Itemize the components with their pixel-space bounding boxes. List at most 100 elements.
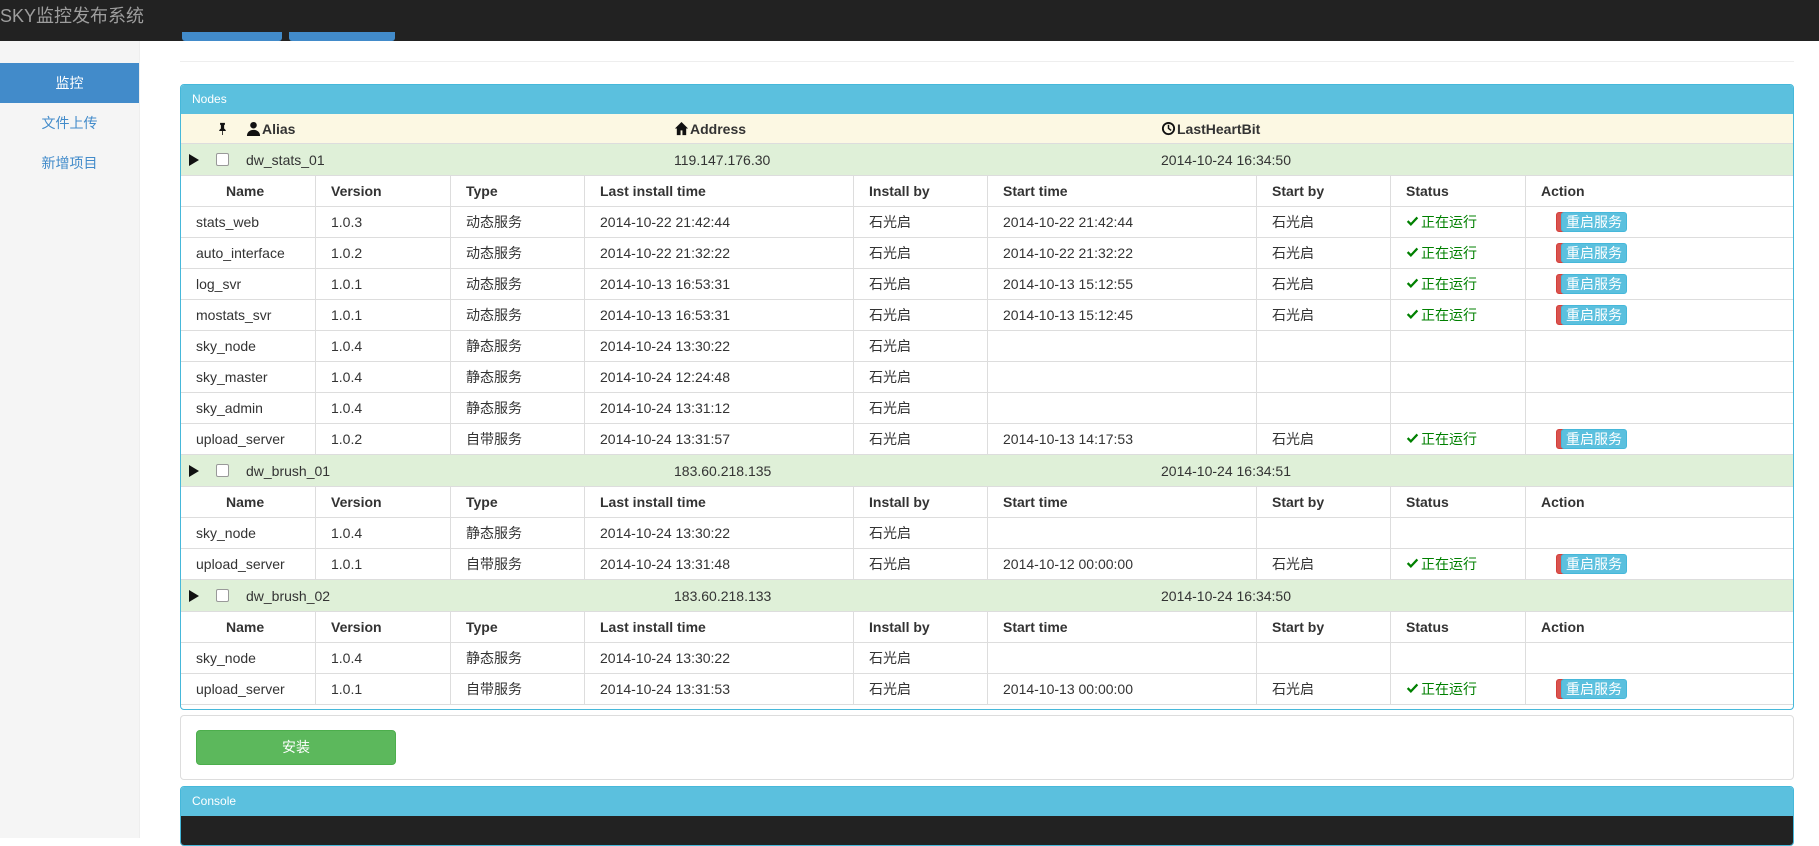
app-title[interactable]: SKY监控发布系统 xyxy=(0,6,144,26)
caret-right-icon[interactable] xyxy=(189,153,199,166)
node-checkbox[interactable] xyxy=(216,153,229,166)
service-status-cell: 正在运行 xyxy=(1390,674,1525,704)
tab-stub-1[interactable] xyxy=(182,32,282,41)
service-start-time-cell: 2014-10-12 00:00:00 xyxy=(987,549,1256,579)
column-header-type: Type xyxy=(450,612,584,642)
user-icon xyxy=(246,121,261,136)
service-status-cell: 正在运行 xyxy=(1390,269,1525,299)
service-last-install: 2014-10-24 13:31:53 xyxy=(600,681,730,697)
service-type-cell: 静态服务 xyxy=(450,518,584,548)
service-start-time-cell xyxy=(987,362,1256,392)
service-start-by-cell: 石光启 xyxy=(1256,674,1390,704)
service-start-time: 2014-10-22 21:32:22 xyxy=(1003,245,1133,261)
node-alias: dw_brush_02 xyxy=(246,587,331,604)
service-version: 1.0.1 xyxy=(331,681,363,697)
service-row: log_svr 1.0.1 动态服务 2014-10-13 16:53:31 石光启 20… xyxy=(181,269,1793,300)
node-checkbox-cell[interactable] xyxy=(216,455,229,486)
service-status-cell: 正在运行 xyxy=(1390,300,1525,330)
column-header-version: Version xyxy=(315,487,450,517)
service-start-by: 石光启 xyxy=(1272,431,1314,447)
pin-header xyxy=(216,114,230,143)
service-name: sky_node xyxy=(196,525,256,541)
service-start-time-cell xyxy=(987,643,1256,673)
service-start-by: 石光启 xyxy=(1272,307,1314,323)
install-area: 安装 xyxy=(180,715,1794,780)
node-checkbox[interactable] xyxy=(216,464,229,477)
service-start-time-cell: 2014-10-13 15:12:55 xyxy=(987,269,1256,299)
node-expand-toggle[interactable] xyxy=(189,455,199,486)
restart-service-button[interactable]: 重启服务 xyxy=(1561,274,1627,294)
service-version-cell: 1.0.4 xyxy=(315,362,450,392)
column-header-install-by: Install by xyxy=(853,612,987,642)
service-type-cell: 静态服务 xyxy=(450,362,584,392)
restart-service-button[interactable]: 重启服务 xyxy=(1561,305,1627,325)
services-header-row: Name Version Type Last install time Install … xyxy=(181,176,1793,207)
tab-stub-2[interactable] xyxy=(289,32,395,41)
service-action-cell: 停止服务重启服务 xyxy=(1525,424,1793,454)
restart-service-button[interactable]: 重启服务 xyxy=(1561,554,1627,574)
service-start-by-cell: 石光启 xyxy=(1256,269,1390,299)
caret-right-icon[interactable] xyxy=(189,464,199,477)
column-header-label: Install by xyxy=(869,619,930,635)
service-install-by-cell: 石光启 xyxy=(853,518,987,548)
service-name-cell: upload_server xyxy=(181,674,315,704)
column-header-status: Status xyxy=(1390,176,1525,206)
restart-service-button[interactable]: 重启服务 xyxy=(1561,679,1627,699)
service-name: upload_server xyxy=(196,556,285,572)
node-row[interactable]: dw_brush_01 183.60.218.135 2014-10-24 16:3… xyxy=(181,455,1793,487)
column-header-label: Start by xyxy=(1272,619,1325,635)
restart-service-button[interactable]: 重启服务 xyxy=(1561,429,1627,449)
service-last-install-cell: 2014-10-24 13:31:53 xyxy=(584,674,853,704)
service-row: sky_master 1.0.4 静态服务 2014-10-24 12:24:48 石光… xyxy=(181,362,1793,393)
node-row[interactable]: dw_stats_01 119.147.176.30 2014-10-24 16:3… xyxy=(181,144,1793,176)
install-button[interactable]: 安装 xyxy=(196,730,396,765)
column-header-start-by: Start by xyxy=(1256,487,1390,517)
service-type-cell: 动态服务 xyxy=(450,300,584,330)
sidebar-item-new-project[interactable]: 新增项目 xyxy=(0,143,139,183)
caret-right-icon[interactable] xyxy=(189,589,199,602)
service-action-cell xyxy=(1525,518,1793,548)
service-version: 1.0.4 xyxy=(331,369,363,385)
service-row: mostats_svr 1.0.1 动态服务 2014-10-13 16:53:31 石… xyxy=(181,300,1793,331)
service-last-install: 2014-10-24 13:30:22 xyxy=(600,525,730,541)
service-type-cell: 自带服务 xyxy=(450,424,584,454)
service-status-cell: 正在运行 xyxy=(1390,207,1525,237)
service-install-by-cell: 石光启 xyxy=(853,424,987,454)
service-last-install-cell: 2014-10-24 13:30:22 xyxy=(584,643,853,673)
service-name: sky_node xyxy=(196,650,256,666)
service-start-by: 石光启 xyxy=(1272,681,1314,697)
sidebar-item-file-upload[interactable]: 文件上传 xyxy=(0,103,139,143)
column-header-label: Install by xyxy=(869,494,930,510)
service-start-time: 2014-10-12 00:00:00 xyxy=(1003,556,1133,572)
column-header-install-by: Install by xyxy=(853,176,987,206)
sidebar-item-monitor[interactable]: 监控 xyxy=(0,63,139,103)
node-address: 183.60.218.133 xyxy=(674,587,772,604)
column-header-label: Name xyxy=(226,183,265,199)
service-last-install-cell: 2014-10-24 13:31:57 xyxy=(584,424,853,454)
service-name: sky_master xyxy=(196,369,268,385)
service-start-time: 2014-10-13 15:12:55 xyxy=(1003,276,1133,292)
node-checkbox[interactable] xyxy=(216,589,229,602)
service-name-cell: auto_interface xyxy=(181,238,315,268)
column-header-label: Status xyxy=(1406,494,1449,510)
node-checkbox-cell[interactable] xyxy=(216,144,229,175)
node-checkbox-cell[interactable] xyxy=(216,580,229,611)
restart-service-button[interactable]: 重启服务 xyxy=(1561,212,1627,232)
service-action-cell xyxy=(1525,393,1793,423)
service-status-cell: 正在运行 xyxy=(1390,549,1525,579)
service-last-install-cell: 2014-10-24 12:24:48 xyxy=(584,362,853,392)
column-header-label: Start time xyxy=(1003,183,1068,199)
node-row[interactable]: dw_brush_02 183.60.218.133 2014-10-24 16:3… xyxy=(181,580,1793,612)
node-expand-toggle[interactable] xyxy=(189,144,199,175)
service-type-cell: 动态服务 xyxy=(450,207,584,237)
service-status: 正在运行 xyxy=(1406,274,1477,294)
restart-service-button[interactable]: 重启服务 xyxy=(1561,243,1627,263)
service-install-by: 石光启 xyxy=(869,681,911,697)
service-install-by: 石光启 xyxy=(869,276,911,292)
node-expand-toggle[interactable] xyxy=(189,580,199,611)
column-header-start-by: Start by xyxy=(1256,176,1390,206)
service-type: 静态服务 xyxy=(466,338,522,354)
service-version: 1.0.4 xyxy=(331,338,363,354)
service-version-cell: 1.0.1 xyxy=(315,549,450,579)
service-action-cell xyxy=(1525,643,1793,673)
